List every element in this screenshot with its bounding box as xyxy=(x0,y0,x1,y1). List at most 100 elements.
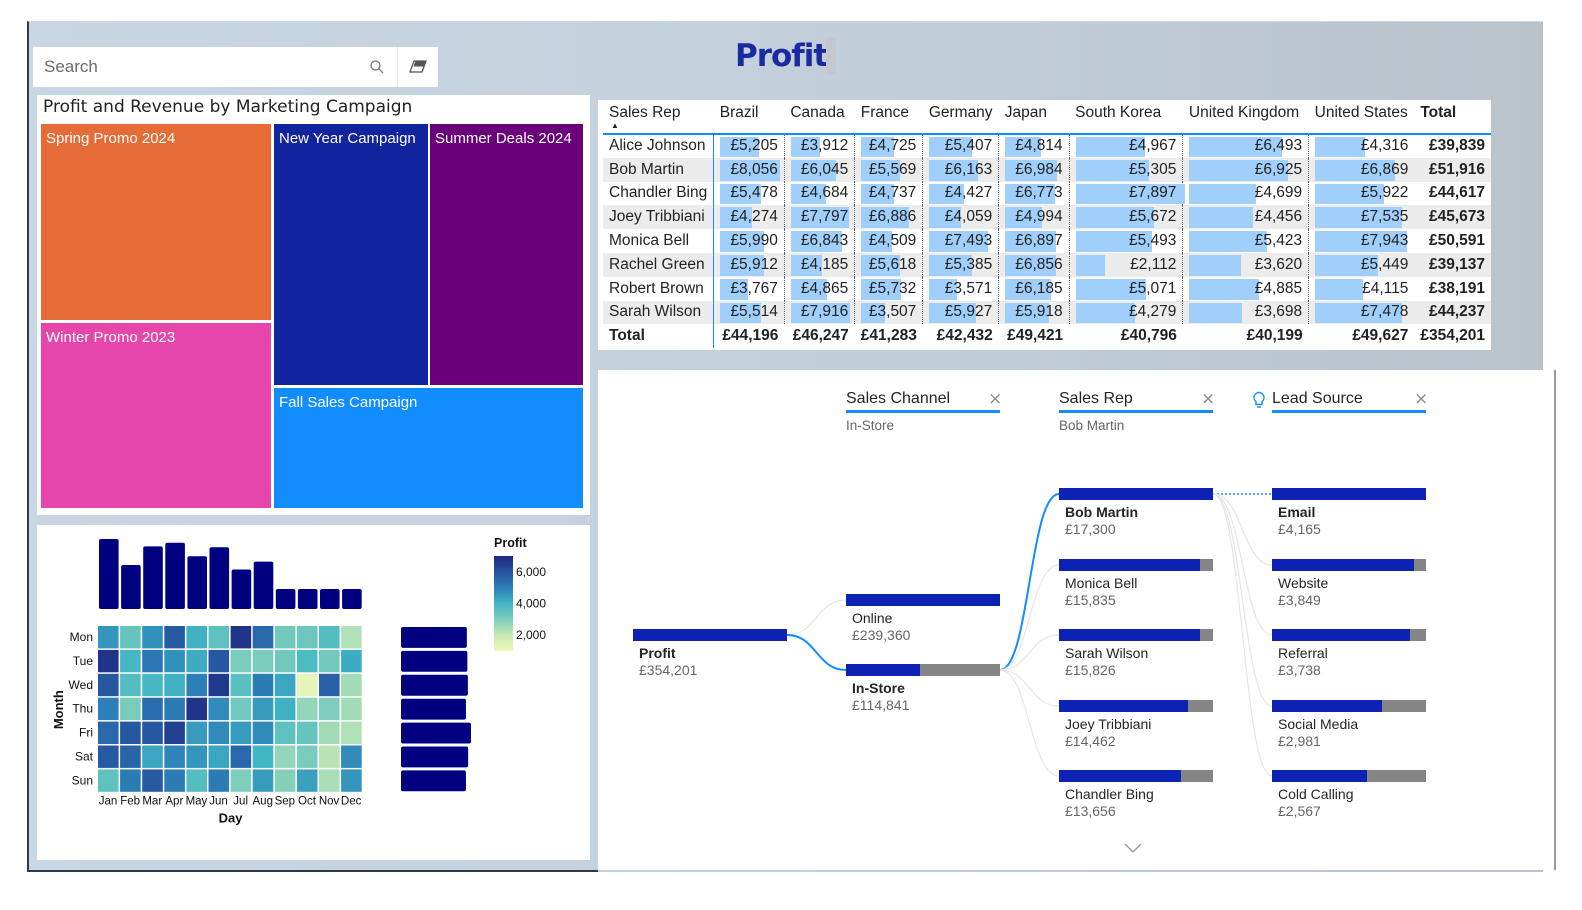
table-cell[interactable]: £5,407 xyxy=(922,134,999,158)
table-cell[interactable]: £3,767 xyxy=(713,276,785,301)
table-cell[interactable]: £7,478 xyxy=(1308,300,1415,325)
node-label[interactable]: Email xyxy=(1278,504,1315,520)
table-cell[interactable]: £4,316 xyxy=(1308,134,1415,158)
table-cell[interactable]: £6,045 xyxy=(783,157,855,182)
row-header[interactable]: Chandler Bing xyxy=(603,181,715,206)
table-cell[interactable]: £6,185 xyxy=(998,276,1070,301)
column-header-total[interactable]: Total xyxy=(1414,100,1491,135)
node-bar[interactable] xyxy=(1059,700,1213,712)
table-cell[interactable]: £4,737 xyxy=(854,181,923,206)
table-cell[interactable]: £5,918 xyxy=(998,300,1070,325)
node-bar[interactable] xyxy=(633,629,787,641)
remove-level-button[interactable]: × xyxy=(1201,389,1215,409)
table-cell[interactable]: £5,618 xyxy=(854,252,923,277)
search-icon[interactable] xyxy=(357,47,397,87)
column-header[interactable]: Japan xyxy=(998,100,1070,135)
node-label[interactable]: Referral xyxy=(1278,645,1328,661)
treemap-tile[interactable]: Summer Deals 2024 xyxy=(430,124,583,385)
table-cell[interactable]: £5,385 xyxy=(922,252,999,277)
table-cell[interactable]: £4,279 xyxy=(1068,300,1183,325)
row-header[interactable]: Sarah Wilson xyxy=(603,300,715,325)
node-label[interactable]: Bob Martin xyxy=(1065,504,1138,520)
table-cell[interactable]: £5,990 xyxy=(713,229,785,253)
row-header[interactable]: Joey Tribbiani xyxy=(603,205,715,230)
table-cell[interactable]: £6,869 xyxy=(1308,157,1415,182)
table-cell[interactable]: £4,814 xyxy=(998,134,1070,158)
row-header[interactable]: Robert Brown xyxy=(603,276,715,301)
chevron-down-icon[interactable] xyxy=(1124,838,1142,857)
table-cell[interactable]: £4,725 xyxy=(854,134,923,158)
table-cell[interactable]: £2,112 xyxy=(1068,252,1183,277)
table-cell[interactable]: £3,698 xyxy=(1182,300,1309,325)
node-label[interactable]: Profit xyxy=(639,645,676,661)
table-cell[interactable]: £4,885 xyxy=(1182,276,1309,301)
table-cell[interactable]: £5,449 xyxy=(1308,252,1415,277)
column-header[interactable]: United States xyxy=(1308,100,1415,135)
table-cell[interactable]: £5,732 xyxy=(854,276,923,301)
row-header[interactable]: Alice Johnson xyxy=(603,134,715,158)
table-cell[interactable]: £4,115 xyxy=(1308,276,1415,301)
table-cell[interactable]: £4,185 xyxy=(783,252,855,277)
level-header[interactable]: Sales Channel xyxy=(846,390,950,408)
column-header[interactable]: Brazil xyxy=(713,100,785,135)
node-bar[interactable] xyxy=(846,664,1000,676)
node-bar[interactable] xyxy=(1272,488,1426,500)
node-bar[interactable] xyxy=(1059,559,1213,571)
table-cell[interactable]: £7,897 xyxy=(1068,181,1185,206)
node-bar[interactable] xyxy=(1272,559,1426,571)
row-header[interactable]: Monica Bell xyxy=(603,229,715,253)
table-cell[interactable]: £7,943 xyxy=(1308,229,1415,253)
remove-level-button[interactable]: × xyxy=(988,389,1002,409)
node-label[interactable]: In-Store xyxy=(852,680,905,696)
column-header-sales-rep[interactable]: Sales Rep ▲ xyxy=(603,100,714,135)
node-bar[interactable] xyxy=(1272,629,1426,641)
table-cell[interactable]: £3,912 xyxy=(783,134,855,158)
table-cell[interactable]: £6,925 xyxy=(1182,157,1309,182)
table-cell[interactable]: £4,684 xyxy=(783,181,855,206)
treemap-tile[interactable]: Fall Sales Campaign xyxy=(274,388,583,508)
table-cell[interactable]: £5,423 xyxy=(1182,229,1309,253)
level-header[interactable]: Sales Rep xyxy=(1059,390,1133,408)
table-cell[interactable]: £5,569 xyxy=(854,157,923,182)
table-cell[interactable]: £4,967 xyxy=(1068,134,1183,158)
table-cell[interactable]: £8,056 xyxy=(713,157,785,182)
node-label[interactable]: Social Media xyxy=(1278,716,1358,732)
table-cell[interactable]: £7,493 xyxy=(922,229,999,253)
column-header[interactable]: Canada xyxy=(784,100,855,135)
node-label[interactable]: Website xyxy=(1278,575,1328,591)
table-cell[interactable]: £4,509 xyxy=(854,229,923,253)
table-cell[interactable]: £7,535 xyxy=(1308,205,1415,230)
node-label[interactable]: Sarah Wilson xyxy=(1065,645,1148,661)
table-cell[interactable]: £4,059 xyxy=(922,205,999,230)
table-cell[interactable]: £3,620 xyxy=(1182,252,1309,277)
table-cell[interactable]: £5,922 xyxy=(1308,181,1415,206)
table-cell[interactable]: £5,672 xyxy=(1068,205,1183,230)
table-cell[interactable]: £5,514 xyxy=(713,300,785,325)
treemap-tile[interactable]: Winter Promo 2023 xyxy=(41,323,271,508)
row-header[interactable]: Bob Martin xyxy=(603,157,715,182)
table-cell[interactable]: £7,916 xyxy=(783,300,855,325)
table-cell[interactable]: £4,456 xyxy=(1182,205,1309,230)
table-cell[interactable]: £4,427 xyxy=(922,181,999,206)
node-label[interactable]: Monica Bell xyxy=(1065,575,1137,591)
column-header[interactable]: France xyxy=(854,100,923,135)
node-bar[interactable] xyxy=(1059,629,1213,641)
table-cell[interactable]: £6,493 xyxy=(1182,134,1309,158)
table-cell[interactable]: £5,071 xyxy=(1068,276,1183,301)
column-header[interactable]: United Kingdom xyxy=(1182,100,1309,135)
node-bar[interactable] xyxy=(1272,700,1426,712)
table-cell[interactable]: £5,305 xyxy=(1068,157,1183,182)
treemap-tile[interactable]: New Year Campaign xyxy=(274,124,428,385)
table-cell[interactable]: £5,205 xyxy=(713,134,785,158)
node-label[interactable]: Joey Tribbiani xyxy=(1065,716,1151,732)
table-cell[interactable]: £7,797 xyxy=(783,205,855,230)
remove-level-button[interactable]: × xyxy=(1414,389,1428,409)
table-cell[interactable]: £6,843 xyxy=(783,229,855,253)
treemap-tile[interactable]: Spring Promo 2024 xyxy=(41,124,271,320)
column-header[interactable]: South Korea xyxy=(1069,100,1183,135)
table-cell[interactable]: £3,571 xyxy=(922,276,999,301)
table-cell[interactable]: £6,984 xyxy=(998,157,1070,182)
table-cell[interactable]: £6,886 xyxy=(854,205,923,230)
eraser-icon[interactable] xyxy=(398,47,438,87)
table-cell[interactable]: £4,699 xyxy=(1182,181,1309,206)
